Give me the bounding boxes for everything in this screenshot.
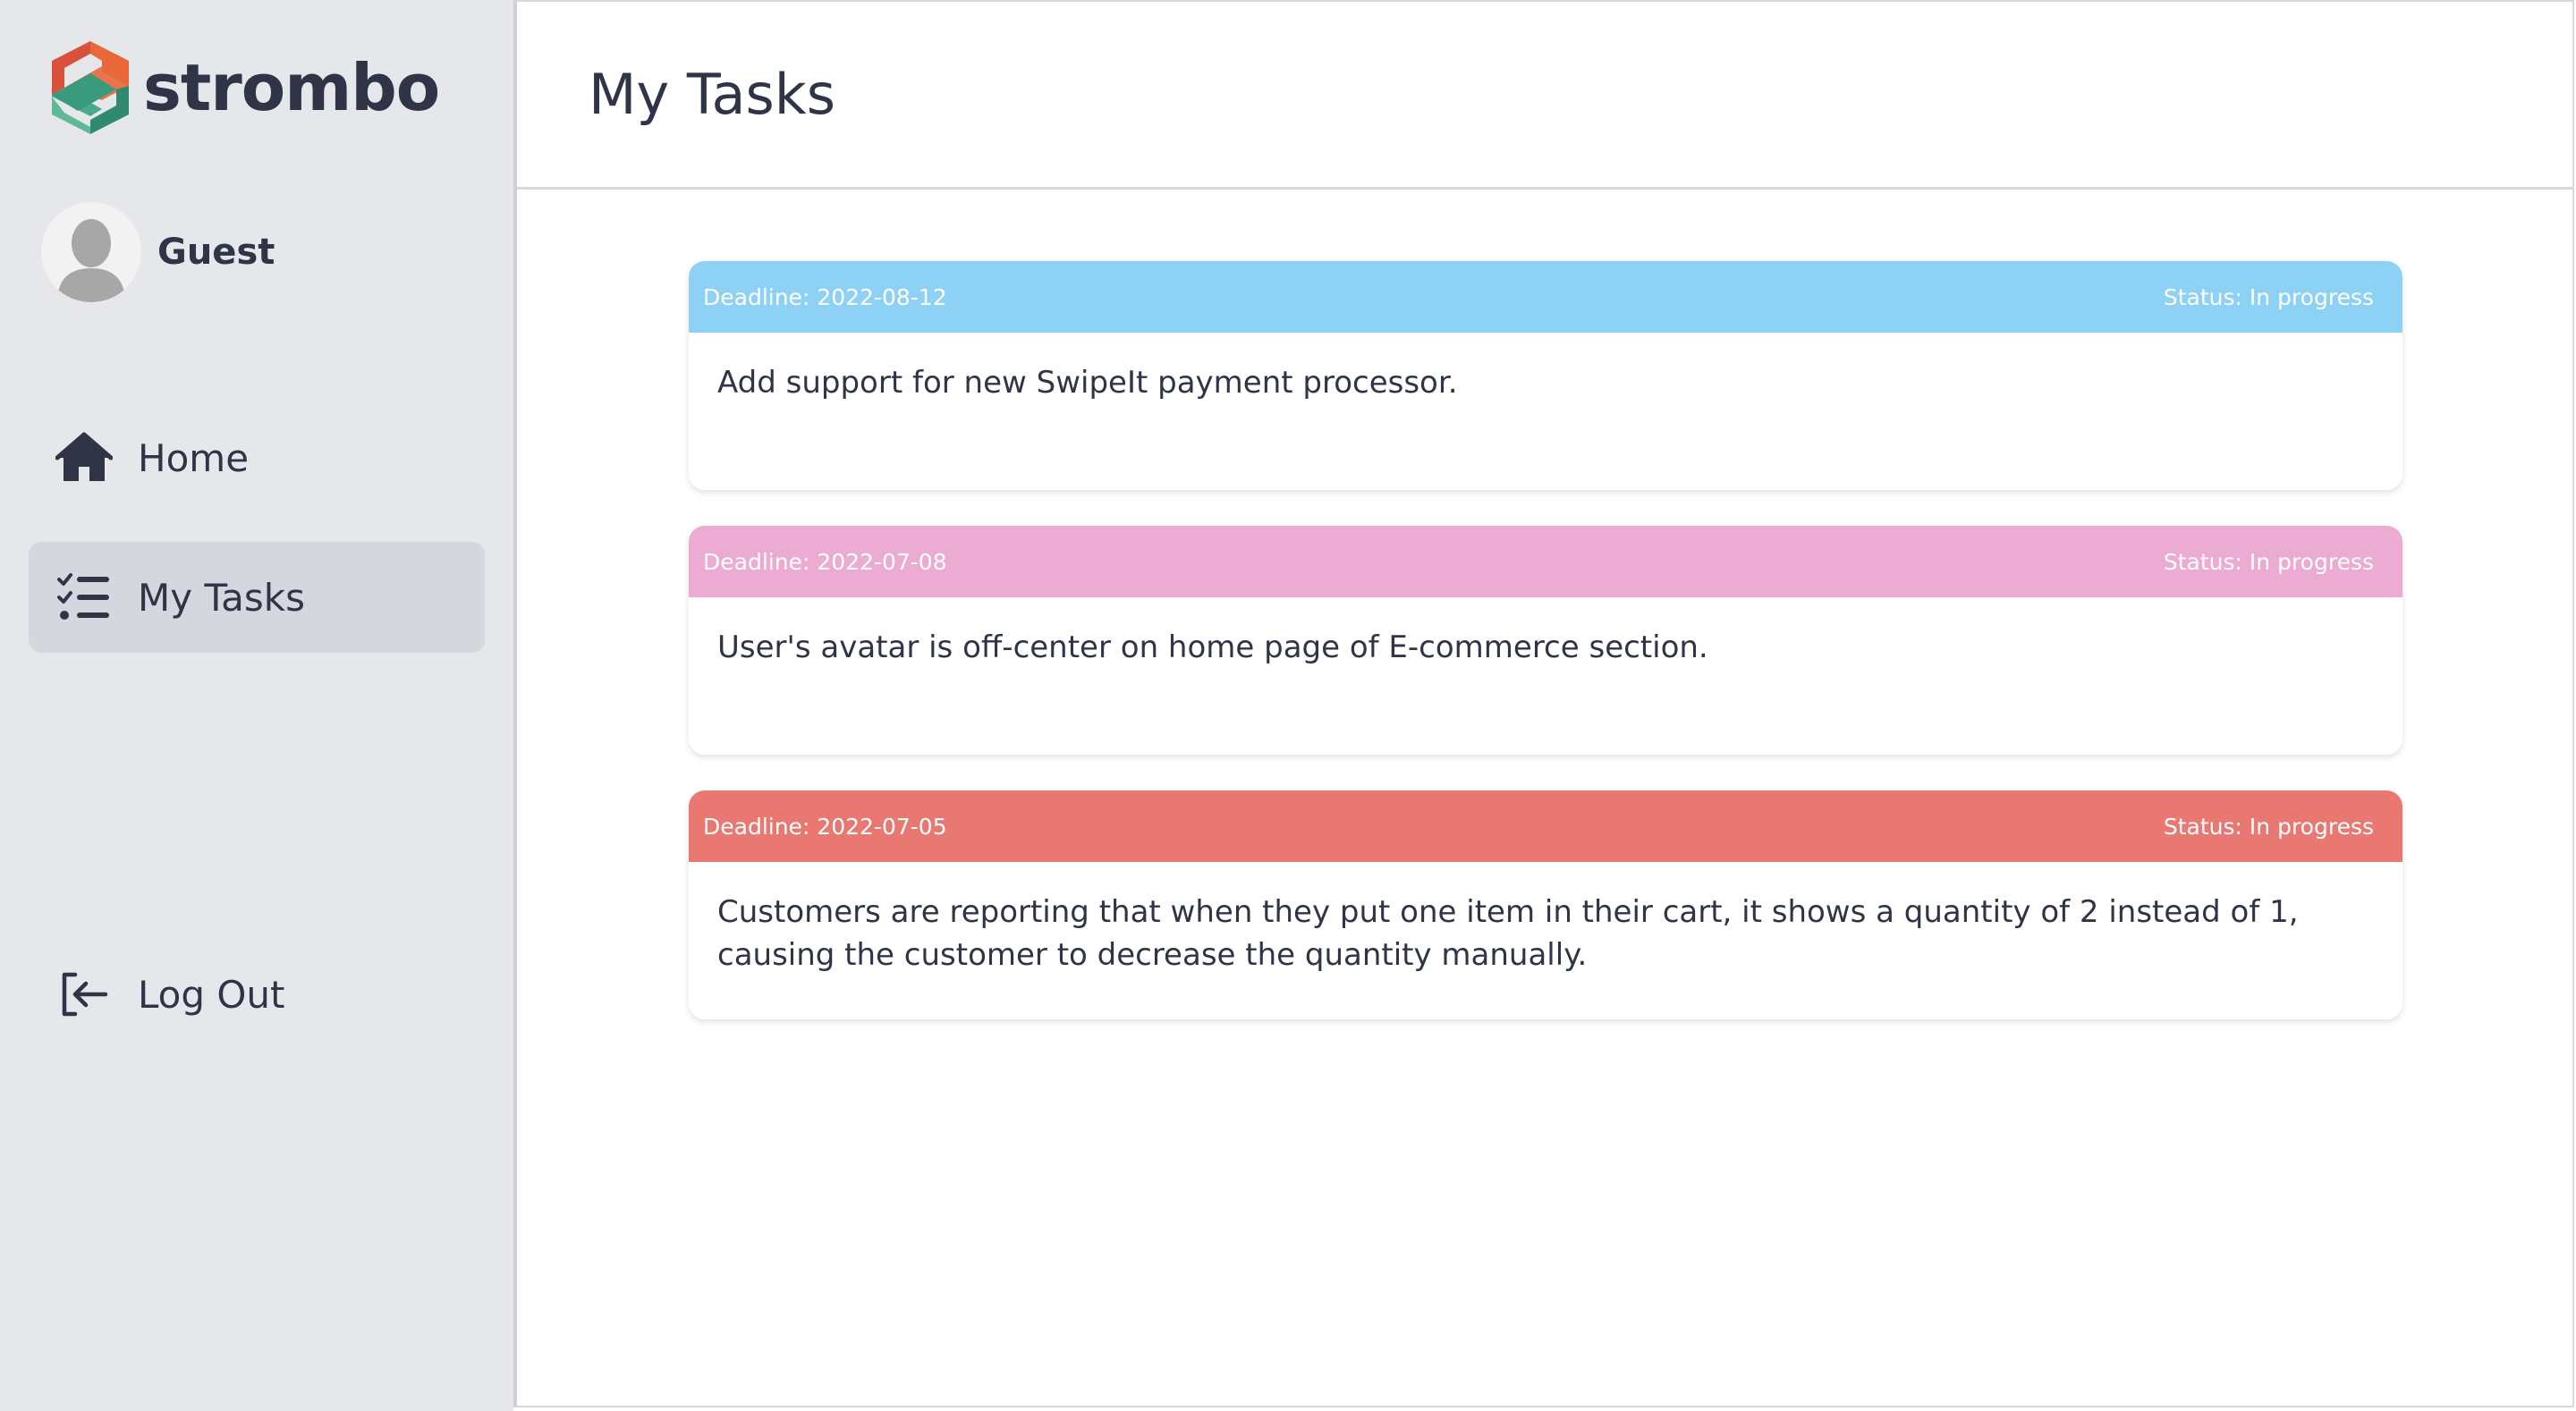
nav-label-logout: Log Out: [138, 972, 285, 1017]
page-header: My Tasks: [517, 2, 2572, 190]
page-title: My Tasks: [589, 62, 836, 127]
task-status: Status: In progress: [2163, 813, 2374, 840]
logout-icon: [55, 966, 113, 1023]
user-profile[interactable]: Guest: [41, 202, 275, 302]
strombo-logo-icon: [52, 41, 129, 134]
task-card-header: Deadline: 2022-07-05 Status: In progress: [689, 790, 2402, 862]
sidebar: strombo Guest Home My Tasks Log Out: [0, 0, 513, 1411]
user-avatar-icon: [41, 202, 141, 302]
task-description: Customers are reporting that when they p…: [717, 894, 2299, 973]
task-deadline: Deadline: 2022-07-08: [703, 548, 947, 575]
task-card-header: Deadline: 2022-07-08 Status: In progress: [689, 526, 2402, 597]
task-card[interactable]: Deadline: 2022-07-05 Status: In progress…: [689, 790, 2402, 1019]
task-description: Add support for new SwipeIt payment proc…: [717, 365, 1458, 401]
task-card[interactable]: Deadline: 2022-08-12 Status: In progress…: [689, 261, 2402, 490]
task-status: Status: In progress: [2163, 283, 2374, 310]
main-content: My Tasks Deadline: 2022-08-12 Status: In…: [513, 0, 2574, 1407]
brand-name: strombo: [143, 50, 440, 125]
home-icon: [55, 429, 113, 486]
nav-label-my-tasks: My Tasks: [138, 575, 305, 620]
brand-logo[interactable]: strombo: [47, 41, 440, 134]
task-description: User's avatar is off-center on home page…: [717, 629, 1708, 665]
nav-label-home: Home: [138, 435, 250, 480]
nav-item-my-tasks[interactable]: My Tasks: [29, 542, 485, 653]
task-card-header: Deadline: 2022-08-12 Status: In progress: [689, 261, 2402, 333]
nav-item-home[interactable]: Home: [29, 402, 485, 513]
task-card[interactable]: Deadline: 2022-07-08 Status: In progress…: [689, 526, 2402, 755]
task-list-icon: [55, 569, 113, 626]
task-status: Status: In progress: [2163, 548, 2374, 575]
task-deadline: Deadline: 2022-08-12: [703, 283, 947, 310]
nav-item-logout[interactable]: Log Out: [29, 939, 485, 1050]
task-deadline: Deadline: 2022-07-05: [703, 813, 947, 840]
username: Guest: [157, 232, 275, 273]
